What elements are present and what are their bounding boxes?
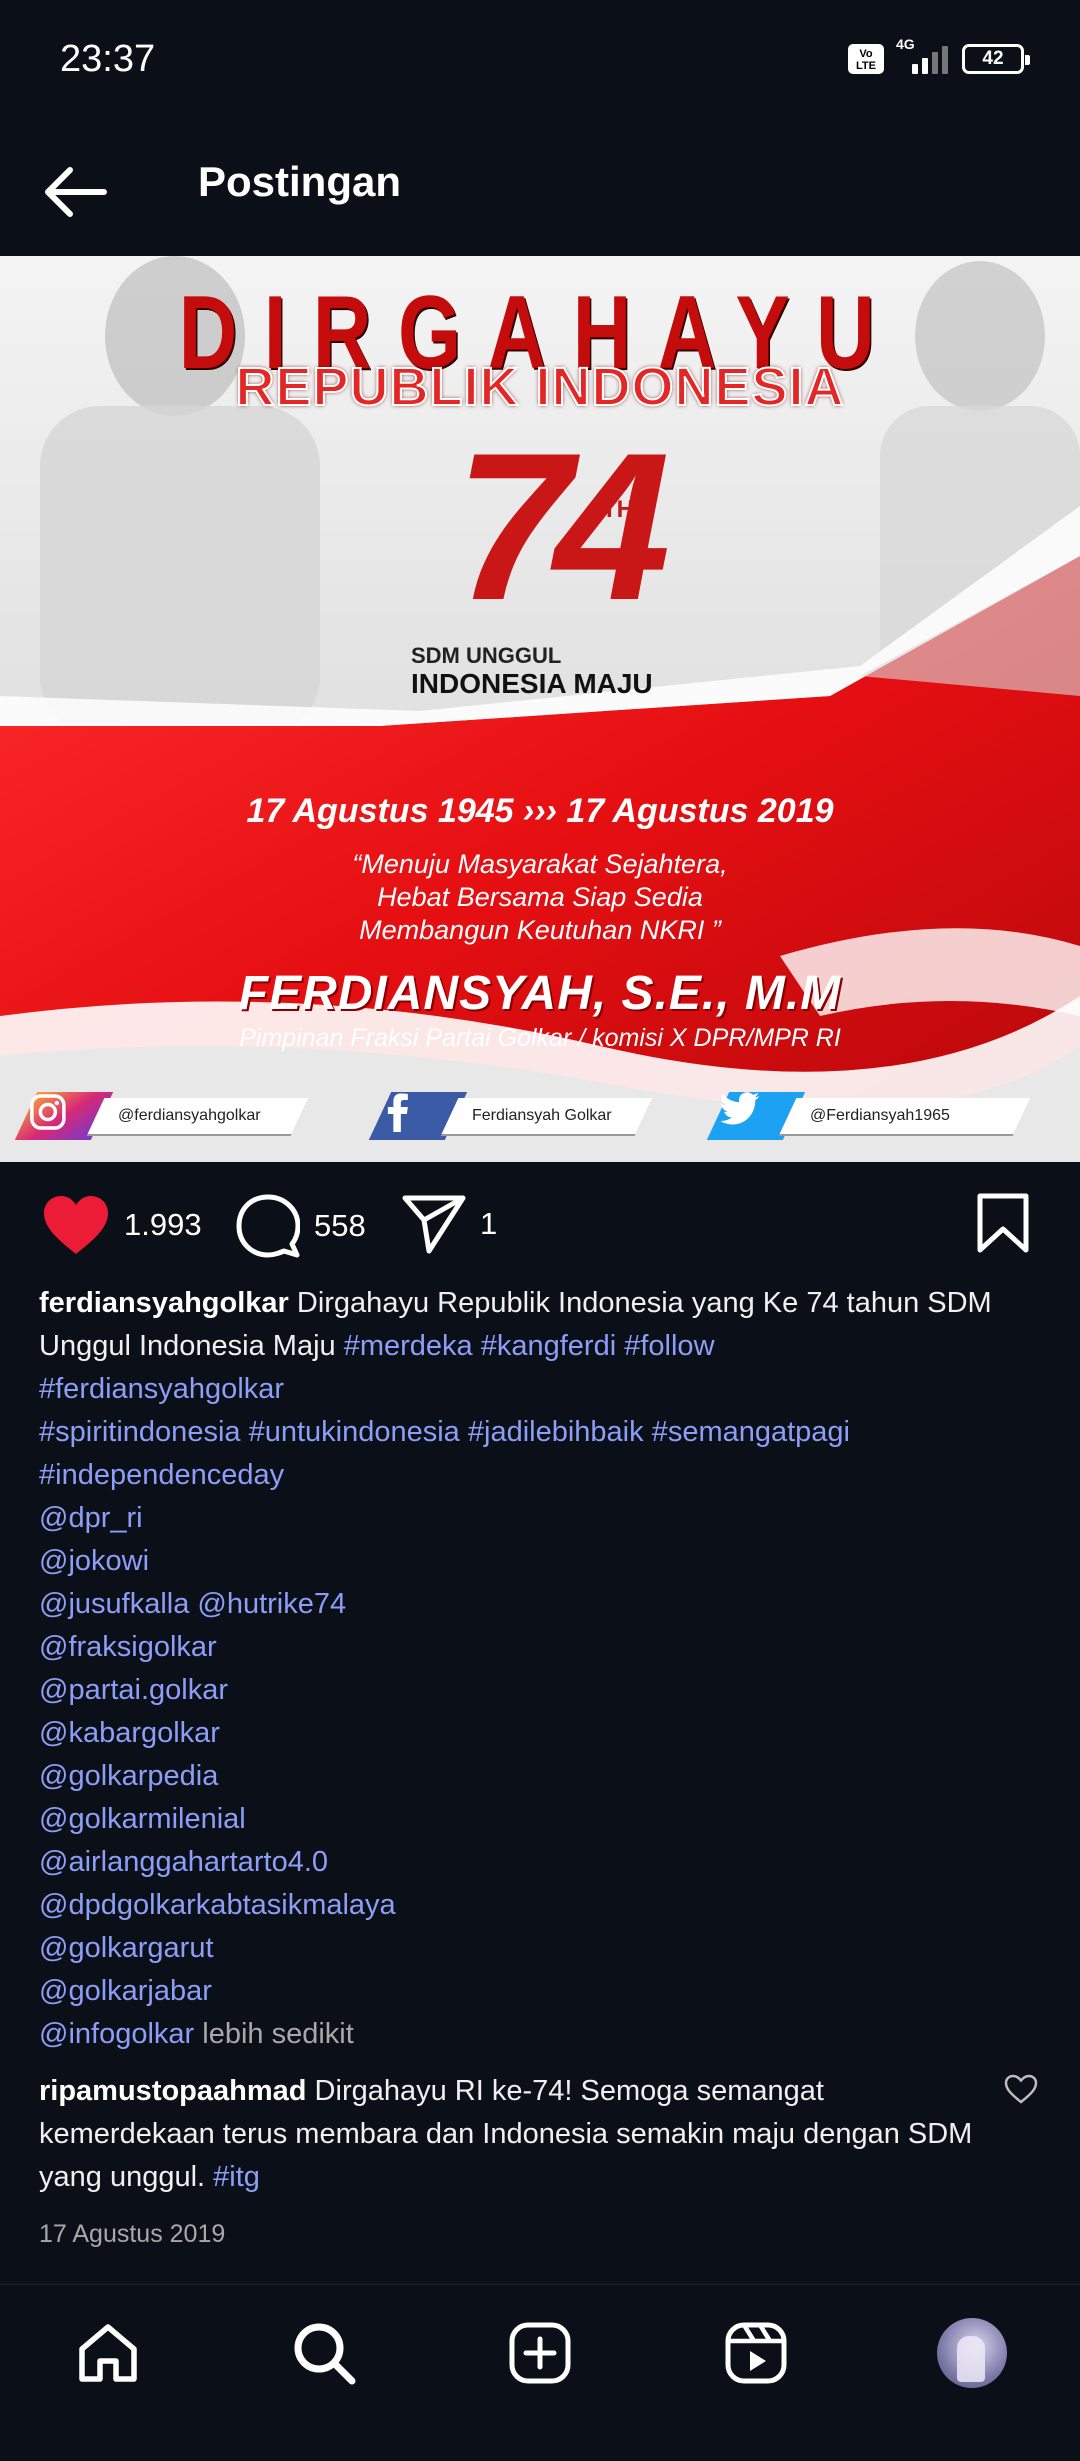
- caption-hashtag[interactable]: #follow: [624, 1330, 714, 1362]
- image-quote-line1: “Menuju Masyarakat Sejahtera,: [352, 849, 728, 879]
- image-quote-line2: Hebat Bersama Siap Sedia: [377, 882, 703, 912]
- caption-mention[interactable]: @infogolkar: [39, 2018, 194, 2050]
- status-bar: 23:37 Vo LTE 4G 42: [0, 0, 1080, 130]
- comment-hashtag[interactable]: #itg: [213, 2161, 260, 2193]
- bookmark-icon: [977, 1193, 1029, 1253]
- battery-level: 42: [982, 48, 1004, 69]
- image-dates: 17 Agustus 1945 ››› 17 Agustus 2019: [246, 792, 834, 830]
- post-caption: ferdiansyahgolkar Dirgahayu Republik Ind…: [39, 1282, 1039, 2056]
- share-action: 1: [402, 1194, 497, 1254]
- image-person-role: Pimpinan Fraksi Partai Golkar / komisi X…: [239, 1024, 841, 1052]
- save-button[interactable]: [976, 1192, 1030, 1259]
- nav-profile[interactable]: [932, 2313, 1012, 2393]
- home-icon: [79, 2324, 137, 2382]
- share-count: 1: [480, 1206, 498, 1241]
- image-number-suffix: TH: [602, 496, 634, 523]
- comment-username[interactable]: ripamustopaahmad: [39, 2075, 307, 2107]
- image-person-name: FERDIANSYAH, S.E., M.M: [238, 967, 842, 1020]
- caption-mention[interactable]: @golkarpedia: [39, 1760, 218, 1792]
- comment-action: 558: [236, 1194, 366, 1258]
- caption-mention[interactable]: @dpdgolkarkabtasikmalaya: [39, 1889, 396, 1921]
- status-time: 23:37: [60, 38, 156, 80]
- caption-mention[interactable]: @golkarjabar: [39, 1975, 212, 2007]
- comment-item: ripamustopaahmad Dirgahayu RI ke-74! Sem…: [39, 2070, 989, 2199]
- image-twitter-tag: @Ferdiansyah1965: [706, 1092, 1031, 1140]
- caption-intro: ferdiansyahgolkar Dirgahayu Republik Ind…: [39, 1282, 1039, 1368]
- nav-search[interactable]: [284, 2313, 364, 2393]
- image-instagram-tag: @ferdiansyahgolkar: [14, 1092, 309, 1140]
- caption-mention[interactable]: @airlanggahartarto4.0: [39, 1846, 328, 1878]
- page-title: Postingan: [198, 158, 402, 205]
- caption-hashtag[interactable]: #spiritindonesia: [39, 1416, 241, 1448]
- twitter-handle: @Ferdiansyah1965: [810, 1107, 950, 1124]
- heart-filled-icon[interactable]: [42, 1194, 110, 1256]
- like-action: 1.993: [42, 1194, 202, 1256]
- nav-create[interactable]: [500, 2313, 580, 2393]
- post-date: 17 Agustus 2019: [39, 2220, 226, 2248]
- bottom-navigation: [0, 2284, 1080, 2461]
- send-icon[interactable]: [402, 1194, 466, 1254]
- image-anniversary-number: 74: [455, 409, 671, 644]
- caption-hashtag[interactable]: #jadilebihbaik: [468, 1416, 644, 1448]
- caption-mention[interactable]: @fraksigolkar: [39, 1631, 217, 1663]
- image-quote-line3: Membangun Keutuhan NKRI ”: [359, 915, 721, 945]
- instagram-handle: @ferdiansyahgolkar: [118, 1107, 261, 1124]
- facebook-handle: Ferdiansyah Golkar: [472, 1107, 612, 1124]
- network-type: 4G: [896, 36, 915, 52]
- caption-mention[interactable]: @golkarmilenial: [39, 1803, 246, 1835]
- post-actions: 1.993 558 1: [0, 1162, 1080, 1292]
- caption-hashtag[interactable]: #ferdiansyahgolkar: [39, 1373, 284, 1405]
- comment-like-button[interactable]: [1004, 2074, 1038, 2109]
- image-facebook-tag: Ferdiansyah Golkar: [368, 1092, 653, 1140]
- comment-icon[interactable]: [236, 1194, 300, 1258]
- caption-username[interactable]: ferdiansyahgolkar: [39, 1287, 289, 1319]
- top-bar: Postingan: [0, 130, 1080, 256]
- battery-icon: 42: [962, 44, 1030, 74]
- reels-icon: [725, 2322, 787, 2384]
- volte-icon: Vo LTE: [848, 44, 884, 74]
- like-count[interactable]: 1.993: [124, 1207, 202, 1243]
- nav-reels[interactable]: [716, 2313, 796, 2393]
- image-slogan-line1: SDM UNGGUL: [411, 643, 562, 668]
- caption-mention[interactable]: @golkargarut: [39, 1932, 214, 1964]
- caption-hashtag[interactable]: #merdeka: [344, 1330, 473, 1362]
- caption-mention[interactable]: @jokowi: [39, 1545, 149, 1577]
- status-icons: Vo LTE 4G 42: [848, 36, 1030, 74]
- caption-mention[interactable]: @kabargolkar: [39, 1717, 220, 1749]
- caption-hashtag[interactable]: #semangatpagi: [652, 1416, 850, 1448]
- image-quote: “Menuju Masyarakat Sejahtera, Hebat Bers…: [0, 848, 1080, 947]
- heart-outline-icon: [1004, 2074, 1038, 2104]
- search-icon: [294, 2323, 356, 2385]
- show-less-link[interactable]: lebih sedikit: [202, 2018, 354, 2050]
- caption-mention[interactable]: @dpr_ri: [39, 1502, 143, 1534]
- image-slogan-line2: INDONESIA MAJU: [411, 668, 653, 699]
- add-post-icon: [509, 2322, 571, 2384]
- profile-avatar: [937, 2318, 1007, 2388]
- nav-home[interactable]: [68, 2313, 148, 2393]
- back-button[interactable]: [40, 160, 110, 224]
- arrow-left-icon: [45, 167, 107, 217]
- caption-hashtag[interactable]: #independenceday: [39, 1459, 284, 1491]
- caption-hashtag[interactable]: #kangferdi: [481, 1330, 616, 1362]
- caption-mention[interactable]: @jusufkalla @hutrike74: [39, 1588, 346, 1620]
- comment-count: 558: [314, 1208, 366, 1243]
- image-social-strip: @ferdiansyahgolkar Ferdiansyah Golkar @F…: [0, 1092, 1080, 1144]
- signal-icon: 4G: [896, 36, 948, 74]
- post-image[interactable]: DIRGAHAYU REPUBLIK INDONESIA 74 TH SDM U…: [0, 256, 1080, 1162]
- caption-hashtag[interactable]: #untukindonesia: [249, 1416, 460, 1448]
- caption-mention[interactable]: @partai.golkar: [39, 1674, 228, 1706]
